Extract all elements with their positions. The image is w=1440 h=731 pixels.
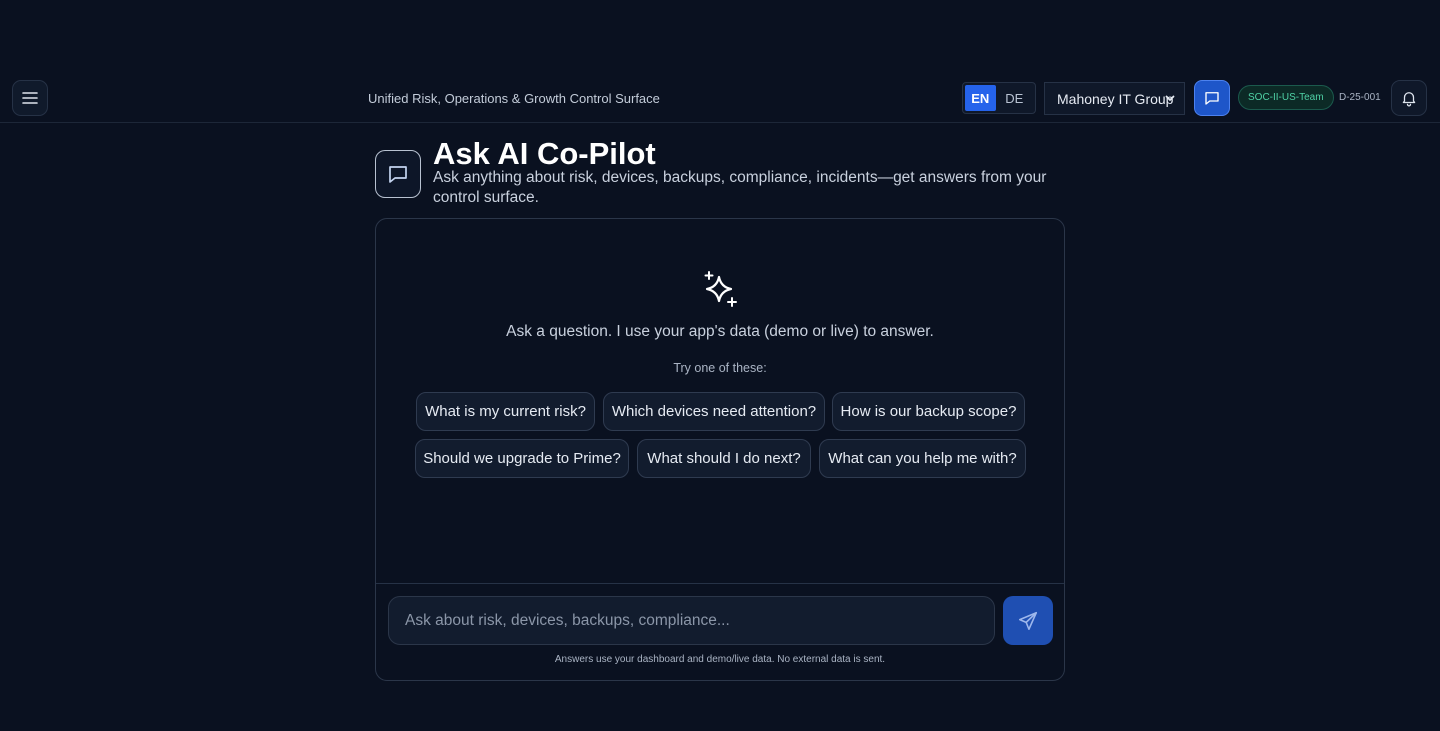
- menu-icon: [22, 92, 38, 104]
- suggestion-chip[interactable]: What is my current risk?: [416, 392, 595, 431]
- sparkle-icon: [704, 271, 737, 307]
- lang-de-button[interactable]: DE: [996, 85, 1033, 111]
- page-title: Ask AI Co-Pilot: [433, 136, 656, 171]
- top-bar: Unified Risk, Operations & Growth Contro…: [0, 76, 1440, 123]
- notifications-button[interactable]: [1391, 80, 1427, 116]
- copilot-chat-button[interactable]: [1194, 80, 1230, 116]
- team-badge: SOC-II-US-Team: [1238, 85, 1334, 110]
- org-select[interactable]: Mahoney IT Group: [1044, 82, 1185, 115]
- send-icon: [1018, 611, 1038, 630]
- app-subtitle: Unified Risk, Operations & Growth Contro…: [368, 91, 660, 106]
- chat-intro-text: Ask a question. I use your app's data (d…: [506, 323, 934, 340]
- org-select-value: Mahoney IT Group: [1057, 90, 1174, 107]
- send-button[interactable]: [1003, 596, 1053, 645]
- suggestion-chip[interactable]: What should I do next?: [637, 439, 811, 478]
- language-toggle: EN DE: [962, 82, 1036, 114]
- suggestion-chip[interactable]: Which devices need attention?: [603, 392, 825, 431]
- privacy-note: Answers use your dashboard and demo/live…: [554, 654, 886, 665]
- suggestions-label: Try one of these:: [673, 361, 767, 375]
- chevron-down-icon: [1165, 95, 1175, 101]
- menu-button[interactable]: [12, 80, 48, 116]
- chat-icon: [1205, 92, 1219, 105]
- suggestion-chip[interactable]: What can you help me with?: [819, 439, 1026, 478]
- chat-icon: [389, 166, 407, 183]
- page-description: Ask anything about risk, devices, backup…: [433, 169, 1047, 206]
- suggestion-chip[interactable]: Should we upgrade to Prime?: [415, 439, 629, 478]
- panel-divider: [376, 583, 1064, 584]
- suggestion-chip[interactable]: How is our backup scope?: [832, 392, 1025, 431]
- device-id: D-25-001: [1339, 92, 1381, 103]
- chat-input[interactable]: Ask about risk, devices, backups, compli…: [388, 596, 995, 645]
- chat-panel: Ask a question. I use your app's data (d…: [375, 218, 1065, 681]
- bell-icon: [1402, 92, 1416, 107]
- copilot-page-icon: [375, 150, 421, 198]
- lang-en-button[interactable]: EN: [965, 85, 996, 111]
